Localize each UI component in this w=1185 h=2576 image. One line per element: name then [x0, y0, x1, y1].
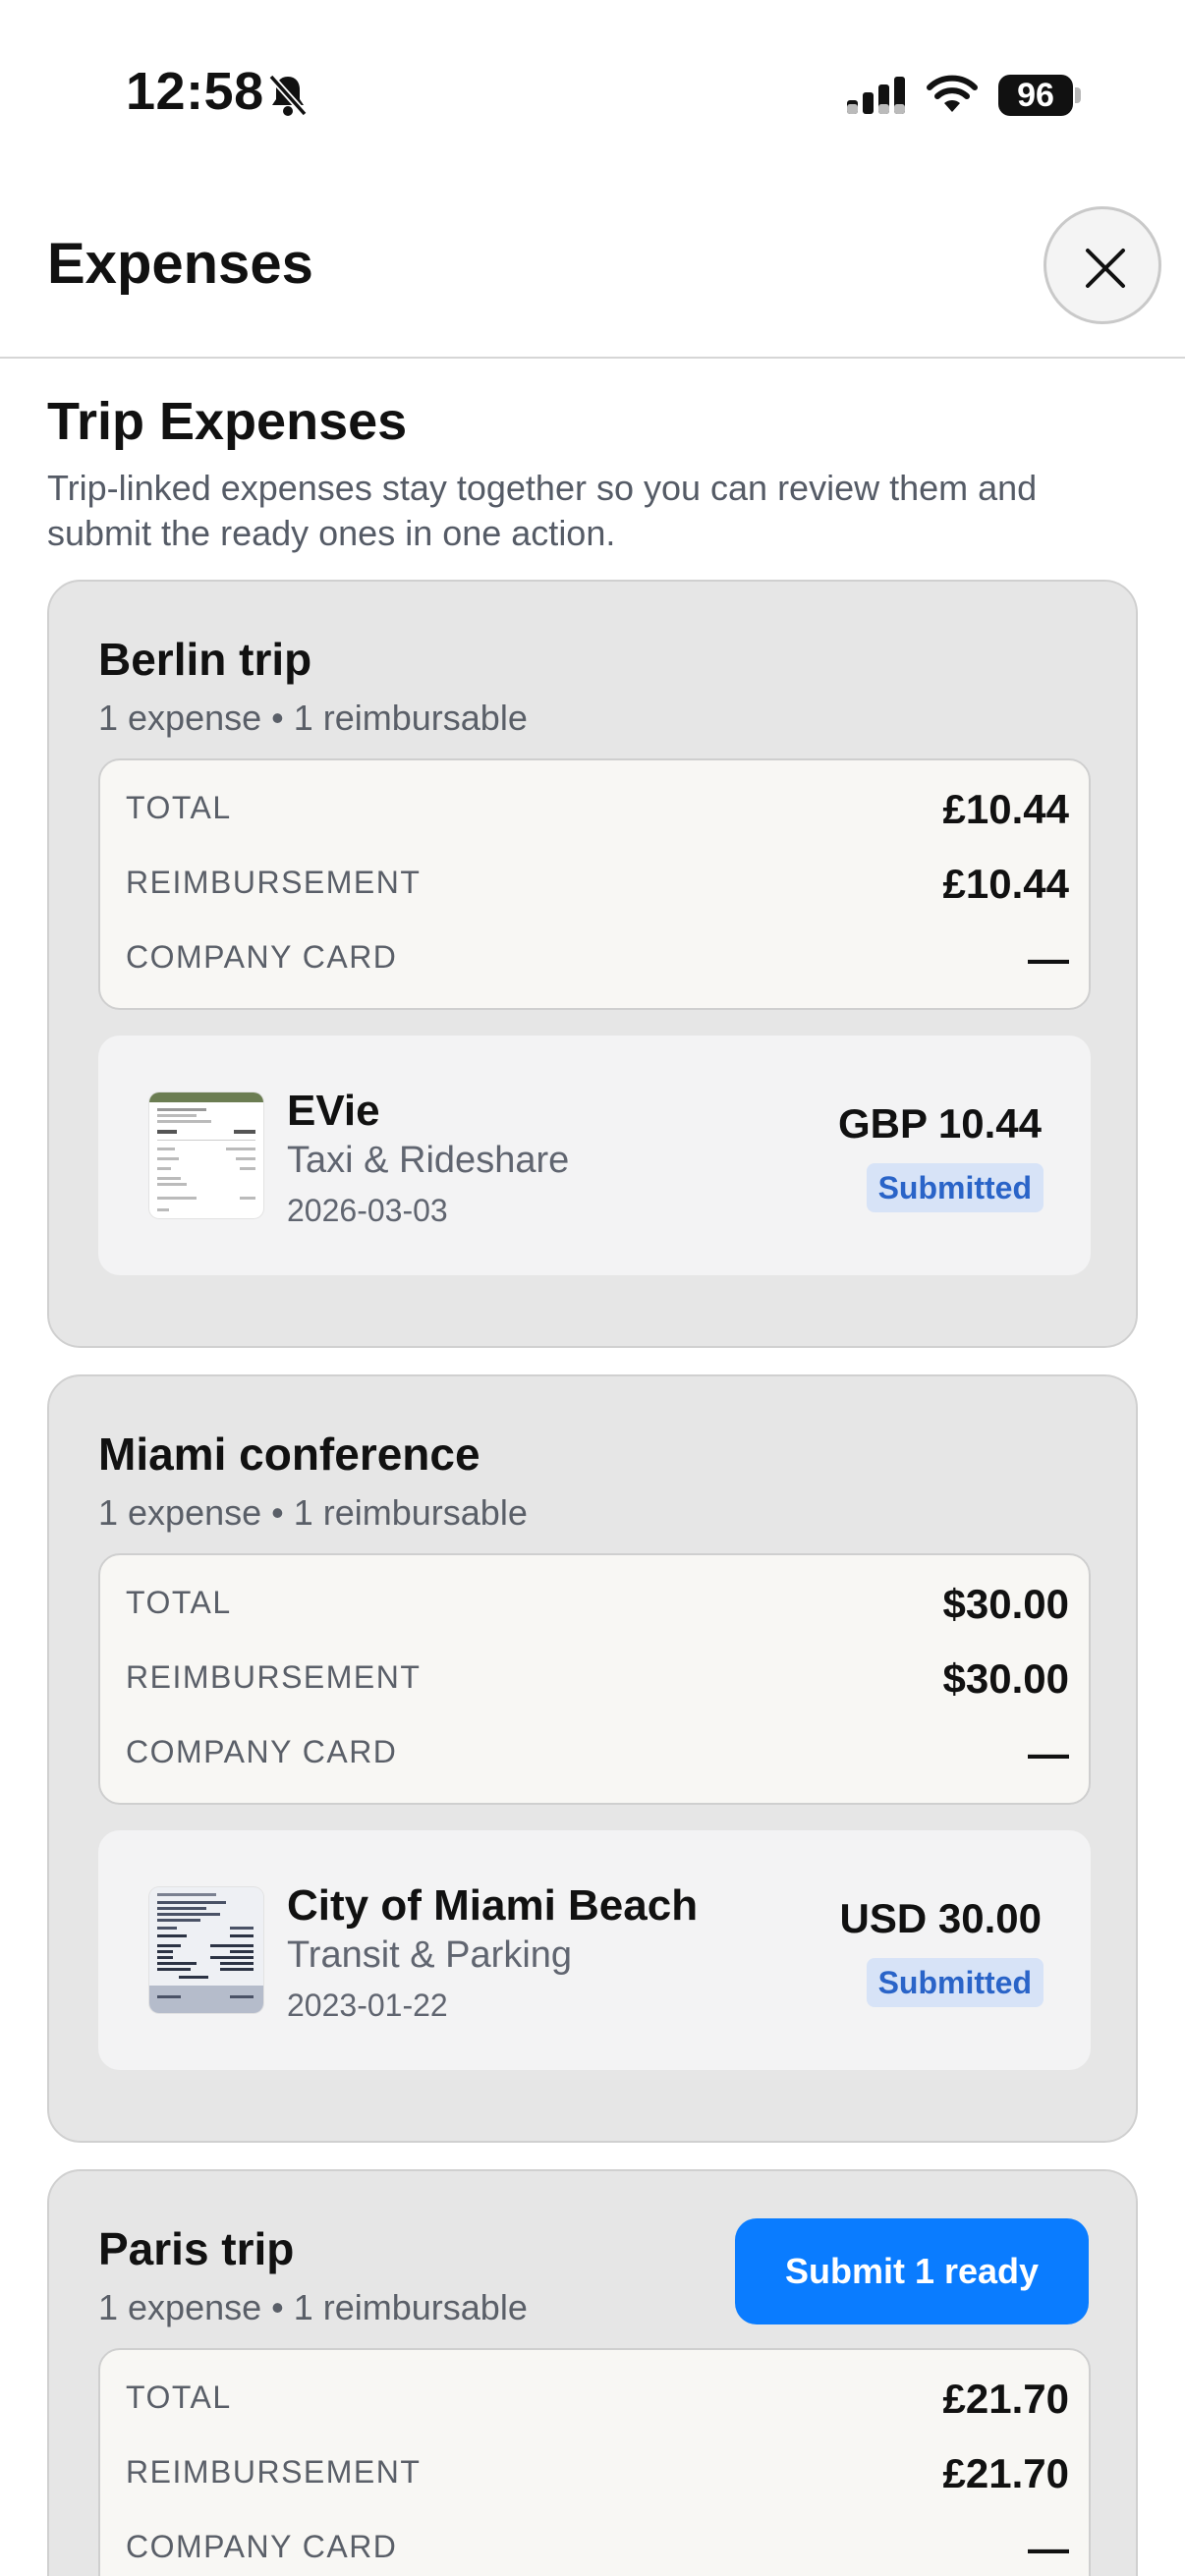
company-card-row: COMPANY CARD — [126, 1730, 1069, 1789]
receipt-image-icon [149, 1887, 263, 2013]
trip-meta: 1 expense • 1 reimbursable [98, 2287, 528, 2327]
total-row: TOTAL £10.44 [126, 786, 1069, 845]
trip-meta: 1 expense • 1 reimbursable [98, 698, 528, 738]
page-title: Expenses [47, 232, 313, 296]
close-icon [1086, 249, 1125, 288]
total-value: £21.70 [942, 2376, 1069, 2422]
receipt-thumbnail [149, 1887, 263, 2013]
receipt-thumbnail [149, 1092, 263, 1218]
company-card-label: COMPANY CARD [126, 939, 398, 975]
totals-box: TOTAL £10.44 REIMBURSEMENT £10.44 COMPAN… [98, 758, 1091, 1010]
reimbursement-label: REIMBURSEMENT [126, 865, 422, 900]
battery-cap [1075, 87, 1081, 103]
battery-indicator: 96 [998, 75, 1081, 116]
receipt-image-icon [149, 1092, 263, 1211]
wifi-icon [927, 75, 978, 112]
expense-category: Taxi & Rideshare [287, 1140, 570, 1181]
expense-date: 2023-01-22 [287, 1988, 448, 2023]
battery-level: 96 [998, 75, 1073, 116]
section-description: Trip-linked expenses stay together so yo… [47, 468, 1038, 553]
expense-amount: USD 30.00 [839, 1895, 1042, 1941]
trip-name: Paris trip [98, 2223, 295, 2274]
trip-meta: 1 expense • 1 reimbursable [98, 1492, 528, 1533]
reimbursement-row: REIMBURSEMENT £21.70 [126, 2450, 1069, 2509]
bell-slash-icon [268, 74, 308, 117]
trip-card-miami: Miami conference 1 expense • 1 reimbursa… [47, 1374, 1138, 2143]
company-card-value: — [1028, 1730, 1069, 1776]
reimbursement-row: REIMBURSEMENT $30.00 [126, 1655, 1069, 1714]
cellular-signal-icon [847, 77, 905, 114]
total-row: TOTAL £21.70 [126, 2376, 1069, 2435]
total-value: $30.00 [942, 1581, 1069, 1627]
trip-name: Miami conference [98, 1428, 480, 1480]
company-card-row: COMPANY CARD — [126, 935, 1069, 994]
company-card-value: — [1028, 935, 1069, 981]
close-button[interactable] [1044, 206, 1161, 324]
submit-ready-button[interactable]: Submit 1 ready [735, 2218, 1089, 2324]
expense-date: 2026-03-03 [287, 1193, 448, 1228]
expense-item[interactable]: EVie Taxi & Rideshare 2026-03-03 GBP 10.… [98, 1036, 1091, 1275]
reimbursement-value: £10.44 [942, 861, 1069, 907]
status-badge: Submitted [866, 1958, 1044, 2007]
status-badge: Submitted [866, 1163, 1044, 1212]
reimbursement-label: REIMBURSEMENT [126, 2454, 422, 2490]
header: Expenses [0, 187, 1185, 359]
expense-item[interactable]: City of Miami Beach Transit & Parking 20… [98, 1830, 1091, 2070]
reimbursement-value: $30.00 [942, 1655, 1069, 1702]
trip-name: Berlin trip [98, 634, 312, 685]
reimbursement-value: £21.70 [942, 2450, 1069, 2496]
company-card-label: COMPANY CARD [126, 2529, 398, 2564]
trip-card-paris: Paris trip 1 expense • 1 reimbursable Su… [47, 2169, 1138, 2576]
totals-box: TOTAL $30.00 REIMBURSEMENT $30.00 COMPAN… [98, 1553, 1091, 1805]
expense-category: Transit & Parking [287, 1934, 573, 1976]
trip-card-berlin: Berlin trip 1 expense • 1 reimbursable T… [47, 580, 1138, 1348]
company-card-value: — [1028, 2525, 1069, 2571]
expense-merchant: EVie [287, 1087, 380, 1135]
expense-amount: GBP 10.44 [837, 1100, 1042, 1147]
totals-box: TOTAL £21.70 REIMBURSEMENT £21.70 COMPAN… [98, 2348, 1091, 2576]
company-card-label: COMPANY CARD [126, 1734, 398, 1769]
total-label: TOTAL [126, 790, 232, 825]
total-value: £10.44 [942, 786, 1069, 832]
total-label: TOTAL [126, 1585, 232, 1620]
total-row: TOTAL $30.00 [126, 1581, 1069, 1640]
company-card-row: COMPANY CARD — [126, 2525, 1069, 2576]
expense-merchant: City of Miami Beach [287, 1881, 699, 1930]
total-label: TOTAL [126, 2380, 232, 2415]
section-title: Trip Expenses [47, 392, 408, 451]
reimbursement-label: REIMBURSEMENT [126, 1659, 422, 1695]
reimbursement-row: REIMBURSEMENT £10.44 [126, 861, 1069, 920]
status-time: 12:58 [126, 62, 264, 121]
status-bar: 12:58 96 [0, 0, 1185, 187]
